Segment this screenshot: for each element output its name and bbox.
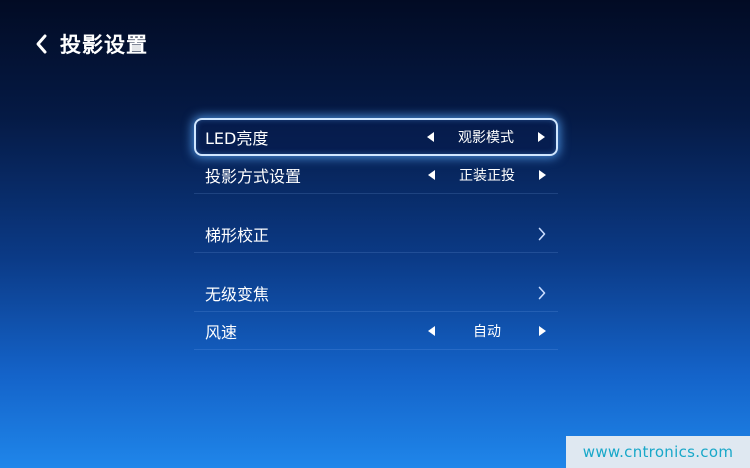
page-title: 投影设置	[60, 33, 148, 57]
watermark: www.cntronics.com	[566, 436, 750, 468]
value-selector: 自动	[426, 321, 548, 341]
triangle-right-icon[interactable]	[535, 131, 547, 143]
chevron-left-icon[interactable]	[34, 33, 50, 55]
menu-item-label: LED亮度	[205, 129, 269, 148]
menu-item-value: 自动	[473, 323, 501, 340]
triangle-right-icon[interactable]	[536, 169, 548, 181]
menu-item-label: 投影方式设置	[205, 166, 302, 186]
menu-item-label: 无级变焦	[205, 284, 270, 304]
chevron-right-icon	[536, 286, 548, 300]
settings-menu: LED亮度 观影模式 投影方式设置 正装正投 梯形校正 无级变焦 风速 自动	[194, 118, 558, 350]
menu-item-keystone-correction[interactable]: 梯形校正	[194, 215, 558, 253]
menu-item-value: 观影模式	[458, 130, 514, 146]
menu-item-stepless-zoom[interactable]: 无级变焦	[194, 274, 558, 312]
header: 投影设置	[34, 30, 148, 58]
menu-item-led-brightness[interactable]: LED亮度 观影模式	[194, 118, 558, 156]
value-selector: 正装正投	[426, 165, 548, 185]
menu-item-label: 梯形校正	[205, 225, 270, 245]
chevron-right-icon	[536, 227, 548, 241]
triangle-left-icon[interactable]	[425, 131, 437, 143]
menu-item-label: 风速	[205, 322, 238, 342]
menu-item-projection-mode[interactable]: 投影方式设置 正装正投	[194, 156, 558, 194]
triangle-left-icon[interactable]	[426, 169, 438, 181]
menu-item-value: 正装正投	[459, 167, 515, 184]
triangle-left-icon[interactable]	[426, 325, 438, 337]
menu-item-fan-speed[interactable]: 风速 自动	[194, 312, 558, 350]
value-selector: 观影模式	[425, 127, 547, 147]
triangle-right-icon[interactable]	[536, 325, 548, 337]
